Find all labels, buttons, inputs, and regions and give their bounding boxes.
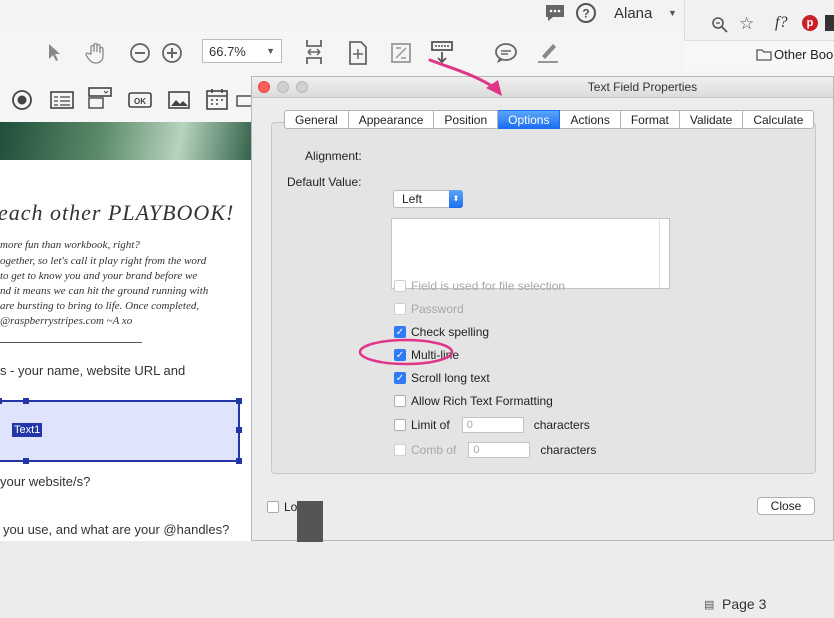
form-toolbar: OK	[0, 78, 260, 123]
question-1: s - your name, website URL and	[0, 363, 186, 378]
annotation-circle	[358, 338, 454, 366]
fullscreen-icon[interactable]	[389, 41, 413, 65]
star-icon[interactable]: ☆	[739, 14, 754, 34]
page-icon: ▤	[704, 599, 715, 611]
checkbox[interactable]	[394, 444, 406, 456]
divider	[0, 342, 142, 343]
doc-line: @raspberrystripes.com ~A xo	[0, 315, 133, 327]
tab-validate[interactable]: Validate	[679, 110, 744, 129]
tab-actions[interactable]: Actions	[560, 110, 621, 129]
scrollbar[interactable]	[659, 219, 669, 288]
help-icon[interactable]: ?	[575, 2, 597, 24]
comb-label: Comb of	[411, 443, 457, 457]
tab-calculate[interactable]: Calculate	[743, 110, 815, 129]
option-label: Allow Rich Text Formatting	[411, 394, 553, 408]
chevron-down-icon: ▼	[266, 46, 275, 56]
ok-button-icon[interactable]: OK	[128, 88, 152, 112]
fit-width-icon[interactable]	[302, 40, 326, 64]
font-icon[interactable]: f?	[775, 14, 787, 32]
checkbox[interactable]	[267, 501, 279, 513]
option-file-selection[interactable]: Field is used for file selection	[394, 278, 565, 294]
close-button[interactable]: Close	[757, 497, 815, 515]
comb-input[interactable]: 0	[468, 442, 531, 458]
updown-arrows-icon: ⬍	[449, 190, 463, 208]
doc-line: nd it means we can hit the ground runnin…	[0, 285, 209, 297]
field-name-tag: Text1	[12, 423, 43, 437]
doc-line: are bursting to bring to life. Once comp…	[0, 300, 200, 312]
option-rich-text[interactable]: Allow Rich Text Formatting	[394, 393, 553, 409]
leaf-banner-image	[0, 122, 255, 160]
limit-label: Limit of	[411, 418, 450, 432]
question-2: your website/s?	[0, 474, 91, 489]
doc-line: to get to know you and your brand before…	[0, 270, 198, 282]
pinterest-icon[interactable]: p	[802, 15, 818, 31]
tab-general[interactable]: General	[284, 110, 349, 129]
option-scroll-long-text[interactable]: ✓ Scroll long text	[394, 370, 490, 386]
user-name[interactable]: Alana	[614, 5, 652, 22]
chat-bubble-icon[interactable]	[544, 3, 566, 21]
sidebar-page-item[interactable]: ▤ Page 3	[704, 596, 814, 618]
dialog-title: Text Field Properties	[587, 80, 698, 94]
doc-line: ogether, so let's call it play right fro…	[0, 255, 207, 267]
hand-icon[interactable]	[84, 41, 108, 65]
checkbox[interactable]	[394, 303, 406, 315]
tab-position[interactable]: Position	[434, 110, 499, 129]
zoom-out-icon[interactable]	[128, 41, 152, 65]
svg-text:?: ?	[582, 7, 589, 21]
checkbox-checked[interactable]: ✓	[394, 372, 406, 384]
option-label: Scroll long text	[411, 371, 490, 385]
page-thumbnail-strip	[297, 501, 323, 542]
tab-appearance[interactable]: Appearance	[348, 110, 435, 129]
dropdown-field-icon[interactable]	[88, 86, 112, 110]
doc-line: more fun than workbook, right?	[0, 239, 140, 251]
bookmark-other[interactable]: Other Boo	[774, 47, 833, 62]
dialog-titlebar[interactable]: Text Field Properties	[252, 77, 833, 98]
svg-text:OK: OK	[134, 97, 146, 106]
date-field-icon[interactable]	[205, 87, 229, 111]
option-label: Password	[411, 302, 464, 316]
folder-icon	[756, 48, 772, 64]
comb-suffix: characters	[540, 443, 597, 457]
question-3: you use, and what are your @handles?	[3, 522, 230, 537]
image-icon[interactable]	[167, 88, 191, 112]
page-label: Page 3	[722, 596, 767, 612]
zoom-icon[interactable]	[711, 16, 729, 37]
highlight-icon[interactable]	[536, 40, 560, 64]
tab-format[interactable]: Format	[620, 110, 680, 129]
default-value-label: Default Value:	[287, 175, 362, 189]
option-limit-chars[interactable]: Limit of 0 characters	[394, 417, 590, 433]
fit-page-icon[interactable]	[346, 41, 370, 65]
tab-bar: General Appearance Position Options Acti…	[284, 110, 815, 129]
pointer-icon[interactable]	[42, 41, 66, 65]
limit-suffix: characters	[533, 418, 590, 432]
zoom-value: 66.7%	[209, 43, 246, 59]
pdf-page: each other PLAYBOOK! more fun than workb…	[0, 122, 255, 541]
alignment-select[interactable]: Left ⬍	[393, 190, 463, 208]
zoom-select[interactable]: 66.7% ▼	[202, 39, 282, 63]
option-comb-chars[interactable]: Comb of 0 characters	[394, 442, 596, 458]
bookmarks-bar: Other Boo	[684, 40, 834, 71]
option-label: Field is used for file selection	[411, 279, 566, 293]
extension-icon[interactable]	[825, 15, 834, 31]
doc-heading: each other PLAYBOOK!	[0, 200, 235, 225]
dropdown-icon[interactable]: ▼	[668, 8, 677, 18]
radio-button-icon[interactable]	[10, 88, 34, 112]
options-panel: Alignment: Left ⬍ Default Value: Field i…	[271, 122, 816, 474]
zoom-in-icon[interactable]	[160, 41, 184, 65]
option-password[interactable]: Password	[394, 301, 464, 317]
annotation-arrow	[428, 58, 502, 96]
text-field-properties-dialog: Text Field Properties Alignment: Left ⬍ …	[251, 76, 834, 612]
tab-options[interactable]: Options	[498, 110, 561, 129]
list-box-icon[interactable]	[50, 88, 74, 112]
checkbox[interactable]	[394, 280, 406, 292]
alignment-value: Left	[402, 192, 423, 206]
alignment-label: Alignment:	[305, 149, 362, 163]
limit-input[interactable]: 0	[461, 417, 524, 433]
checkbox[interactable]	[394, 395, 406, 407]
checkbox[interactable]	[394, 419, 406, 431]
